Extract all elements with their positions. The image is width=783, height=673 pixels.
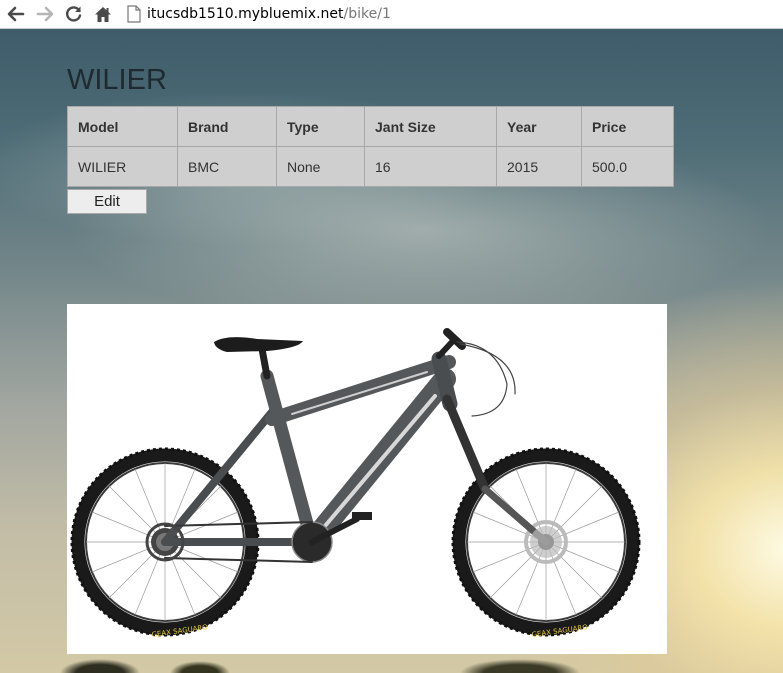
page-icon (127, 5, 141, 23)
column-header-type: Type (276, 106, 365, 147)
page-title: WILIER (67, 64, 167, 96)
page-content: WILIER Model Brand Type Jant Size Year P… (0, 29, 783, 673)
column-header-brand: Brand (177, 106, 277, 147)
column-header-price: Price (581, 106, 674, 147)
cell-type: None (276, 146, 365, 187)
column-header-jant-size: Jant Size (364, 106, 497, 147)
url-text: itucsdb1510.mybluemix.net/bike/1 (147, 6, 391, 22)
cell-brand: BMC (177, 146, 277, 187)
cell-year: 2015 (496, 146, 582, 187)
cell-price: 500.0 (581, 146, 674, 187)
table-header-row: Model Brand Type Jant Size Year Price (67, 106, 674, 147)
edit-button[interactable]: Edit (67, 189, 147, 214)
cell-model: WILIER (67, 146, 178, 187)
home-icon[interactable] (92, 3, 114, 25)
back-icon[interactable] (5, 3, 27, 25)
column-header-model: Model (67, 106, 178, 147)
reload-icon[interactable] (63, 3, 85, 25)
bike-image: GEAX SAGUARO GEAX SAGUARO (67, 304, 667, 654)
browser-toolbar: itucsdb1510.mybluemix.net/bike/1 (0, 0, 783, 29)
address-bar[interactable]: itucsdb1510.mybluemix.net/bike/1 (123, 2, 783, 26)
url-host: itucsdb1510.mybluemix.net (147, 6, 344, 22)
column-header-year: Year (496, 106, 582, 147)
cell-jant-size: 16 (364, 146, 497, 187)
forward-icon[interactable] (34, 3, 56, 25)
url-path: /bike/1 (343, 6, 391, 22)
bike-table: Model Brand Type Jant Size Year Price WI… (67, 106, 674, 187)
table-row: WILIER BMC None 16 2015 500.0 (67, 146, 674, 187)
bike-frame (145, 328, 562, 563)
